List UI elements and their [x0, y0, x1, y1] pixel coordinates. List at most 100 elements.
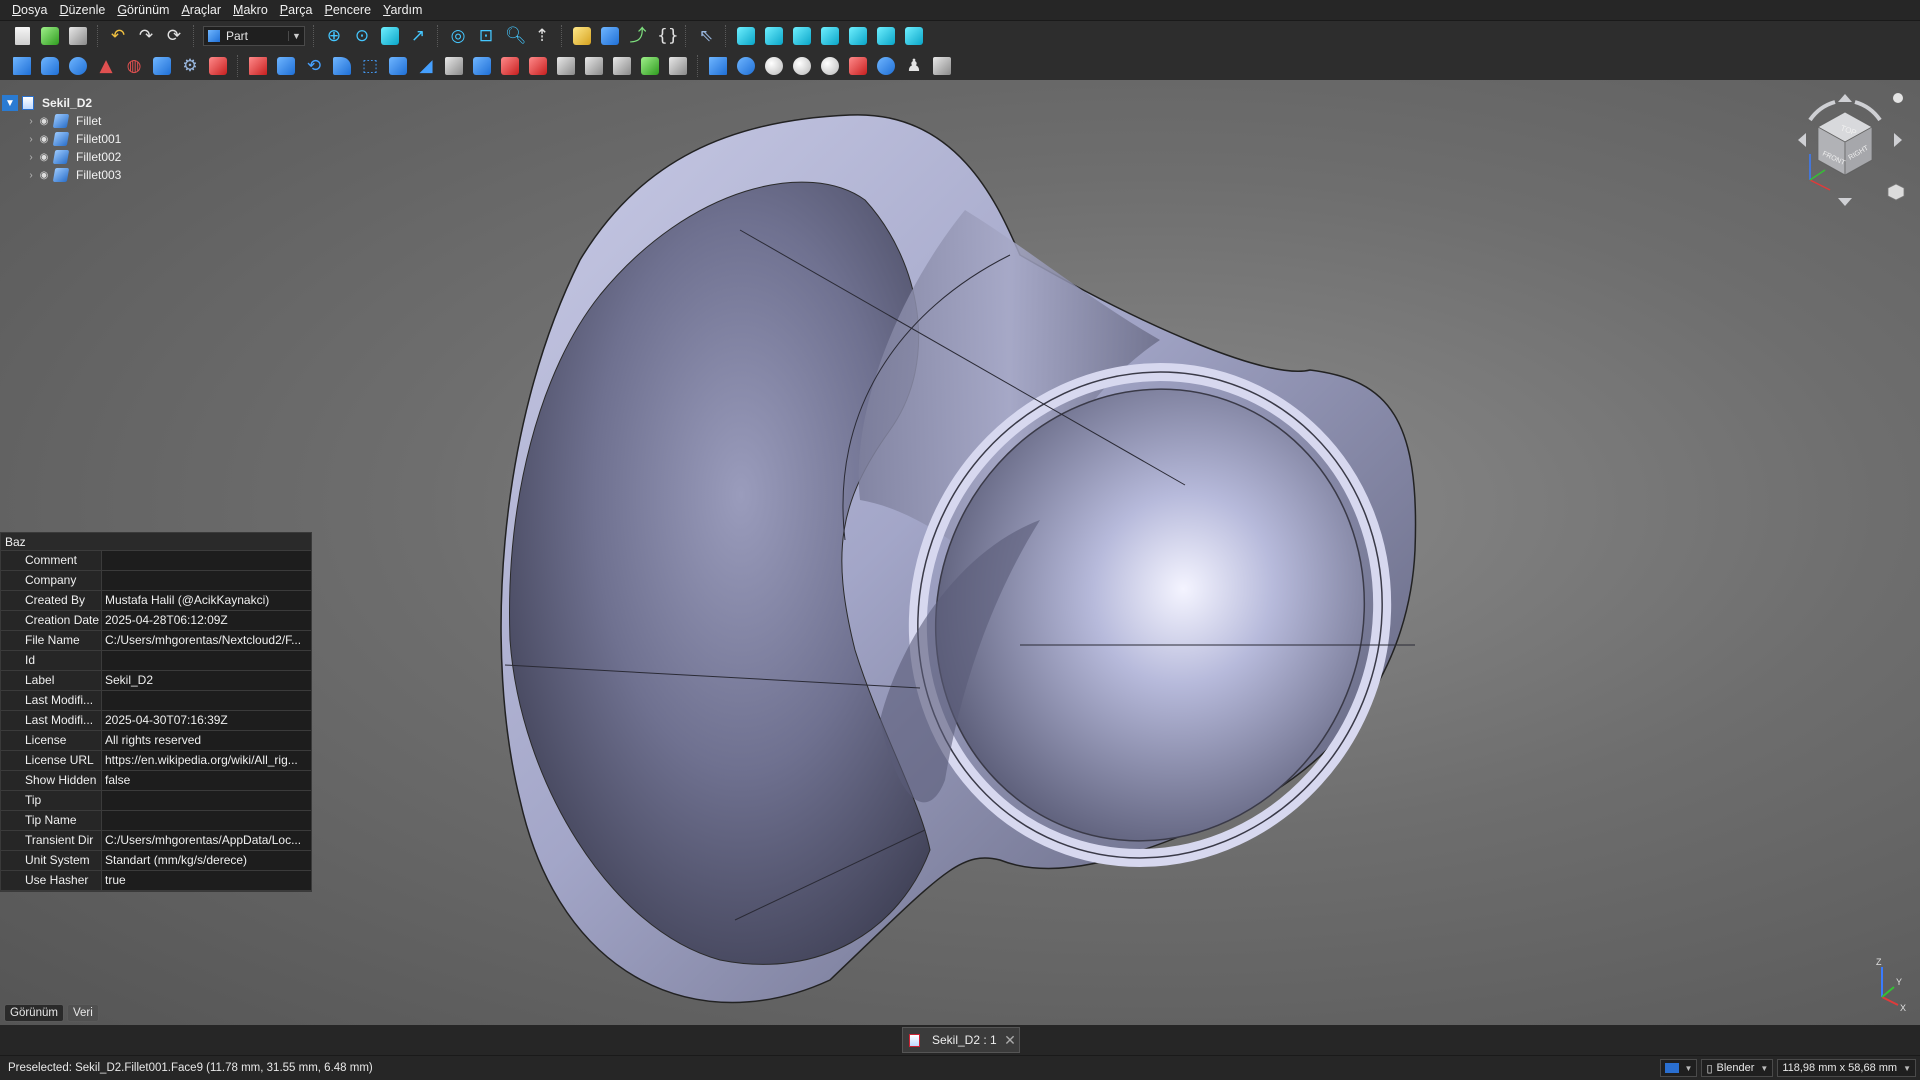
dimension-display[interactable]: 118,98 mm x 58,68 mm ▼ [1777, 1059, 1916, 1077]
stereo-button[interactable]: ◎ [445, 23, 471, 49]
property-row[interactable]: Creation Date 2025-04-28T06:12:09Z [1, 611, 311, 631]
eye-icon[interactable]: ◉ [38, 170, 50, 181]
view-rear-button[interactable] [845, 23, 871, 49]
menu-file[interactable]: Dosya [6, 0, 53, 21]
property-value[interactable]: Sekil_D2 [102, 671, 311, 690]
workbench-selector[interactable]: Part ▼ [203, 26, 305, 46]
whats-this-button[interactable]: ⇖ [693, 23, 719, 49]
bounding-box-button[interactable]: ↗ [405, 23, 431, 49]
torus-button[interactable]: ◍ [121, 53, 147, 79]
attachment-button[interactable] [665, 53, 691, 79]
create-group-button[interactable] [597, 23, 623, 49]
property-group-header[interactable]: Baz [1, 533, 311, 551]
thickness-button[interactable] [581, 53, 607, 79]
property-value[interactable]: Mustafa Halil (@AcikKaynakci) [102, 591, 311, 610]
property-value[interactable]: C:/Users/mhgorentas/Nextcloud2/F... [102, 631, 311, 650]
menu-tools[interactable]: Araçlar [175, 0, 227, 21]
fillet-button[interactable] [329, 53, 355, 79]
property-row[interactable]: License All rights reserved [1, 731, 311, 751]
ruled-surface-button[interactable]: ◢ [413, 53, 439, 79]
property-row[interactable]: Tip [1, 791, 311, 811]
tree-item-fillet002[interactable]: › ◉ Fillet002 [0, 148, 310, 166]
navcube-left-arrow-icon[interactable] [1798, 133, 1806, 147]
box-zoom-button[interactable]: ⊡ [473, 23, 499, 49]
eye-icon[interactable]: ◉ [38, 134, 50, 145]
color-per-face-button[interactable] [637, 53, 663, 79]
property-row[interactable]: Transient Dir C:/Users/mhgorentas/AppData… [1, 831, 311, 851]
property-row[interactable]: Created By Mustafa Halil (@AcikKaynakci) [1, 591, 311, 611]
property-value[interactable] [102, 791, 311, 810]
chevron-right-icon[interactable]: › [24, 152, 38, 163]
view-right-button[interactable] [817, 23, 843, 49]
view-front-button[interactable] [761, 23, 787, 49]
extrude-button[interactable] [245, 53, 271, 79]
split-button[interactable] [845, 53, 871, 79]
box-button[interactable] [9, 53, 35, 79]
navigation-style-button[interactable]: ▯ Blender ▼ [1701, 1059, 1774, 1077]
fit-all-button[interactable]: ⊕ [321, 23, 347, 49]
chevron-right-icon[interactable]: › [24, 116, 38, 127]
property-value[interactable]: false [102, 771, 311, 790]
chamfer-button[interactable]: ⬚ [357, 53, 383, 79]
navcube-down-arrow-icon[interactable] [1838, 198, 1852, 206]
loft-button[interactable] [441, 53, 467, 79]
property-value[interactable]: All rights reserved [102, 731, 311, 750]
sphere-button[interactable] [65, 53, 91, 79]
property-value[interactable] [102, 551, 311, 570]
property-row[interactable]: Use Hasher true [1, 871, 311, 891]
navcube-right-arrow-icon[interactable] [1894, 133, 1902, 147]
shape-builder-button[interactable] [205, 53, 231, 79]
view-left-button[interactable] [901, 23, 927, 49]
create-link-button[interactable]: ⤴ [625, 23, 651, 49]
tree-item-fillet003[interactable]: › ◉ Fillet003 [0, 166, 310, 184]
join-button[interactable] [873, 53, 899, 79]
open-document-button[interactable] [37, 23, 63, 49]
property-value[interactable]: C:/Users/mhgorentas/AppData/Loc... [102, 831, 311, 850]
property-value[interactable]: 2025-04-28T06:12:09Z [102, 611, 311, 630]
property-row[interactable]: License URL https://en.wikipedia.org/wiki… [1, 751, 311, 771]
view-bottom-button[interactable] [873, 23, 899, 49]
save-document-button[interactable] [65, 23, 91, 49]
primitives-button[interactable]: ⚙ [177, 53, 203, 79]
sweep-button[interactable] [469, 53, 495, 79]
undo-button[interactable]: ↶ [105, 23, 131, 49]
menu-macro[interactable]: Makro [227, 0, 274, 21]
refresh-button[interactable]: ⟳ [161, 23, 187, 49]
make-face-button[interactable] [385, 53, 411, 79]
view-isometric-button[interactable] [733, 23, 759, 49]
fit-selection-button[interactable]: ⊙ [349, 23, 375, 49]
rotate-left-arrow-icon[interactable] [1808, 100, 1836, 122]
cut-button[interactable] [761, 53, 787, 79]
property-value[interactable] [102, 811, 311, 830]
property-row[interactable]: Comment [1, 551, 311, 571]
menu-view[interactable]: Görünüm [111, 0, 175, 21]
new-document-button[interactable] [9, 23, 35, 49]
tree-item-fillet001[interactable]: › ◉ Fillet001 [0, 130, 310, 148]
property-value[interactable]: Standart (mm/kg/s/derece) [102, 851, 311, 870]
property-row[interactable]: Last Modifi... 2025-04-30T07:16:39Z [1, 711, 311, 731]
rotate-right-arrow-icon[interactable] [1854, 100, 1882, 122]
property-row[interactable]: Label Sekil_D2 [1, 671, 311, 691]
draw-style-button[interactable] [377, 23, 403, 49]
property-value[interactable] [102, 571, 311, 590]
document-tab[interactable]: Sekil_D2 : 1 ✕ [902, 1027, 1020, 1053]
eye-icon[interactable]: ◉ [38, 116, 50, 127]
boolean-button[interactable] [733, 53, 759, 79]
compound-button[interactable] [705, 53, 731, 79]
navcube-menu-icon[interactable] [1893, 93, 1903, 103]
close-icon[interactable]: ✕ [1001, 1032, 1019, 1049]
tab-view[interactable]: Görünüm [4, 1004, 64, 1022]
property-row[interactable]: Company [1, 571, 311, 591]
common-button[interactable] [817, 53, 843, 79]
tab-data[interactable]: Veri [66, 1004, 99, 1022]
measure-button[interactable]: ⇡ [529, 23, 555, 49]
create-part-button[interactable] [569, 23, 595, 49]
tree-root-document[interactable]: ▼ Sekil_D2 [0, 94, 310, 112]
cone-button[interactable]: ▲ [93, 53, 119, 79]
property-value[interactable]: true [102, 871, 311, 890]
property-row[interactable]: Last Modifi... [1, 691, 311, 711]
property-row[interactable]: Show Hidden false [1, 771, 311, 791]
section-button[interactable] [497, 53, 523, 79]
fuse-button[interactable] [789, 53, 815, 79]
property-row[interactable]: Unit System Standart (mm/kg/s/derece) [1, 851, 311, 871]
